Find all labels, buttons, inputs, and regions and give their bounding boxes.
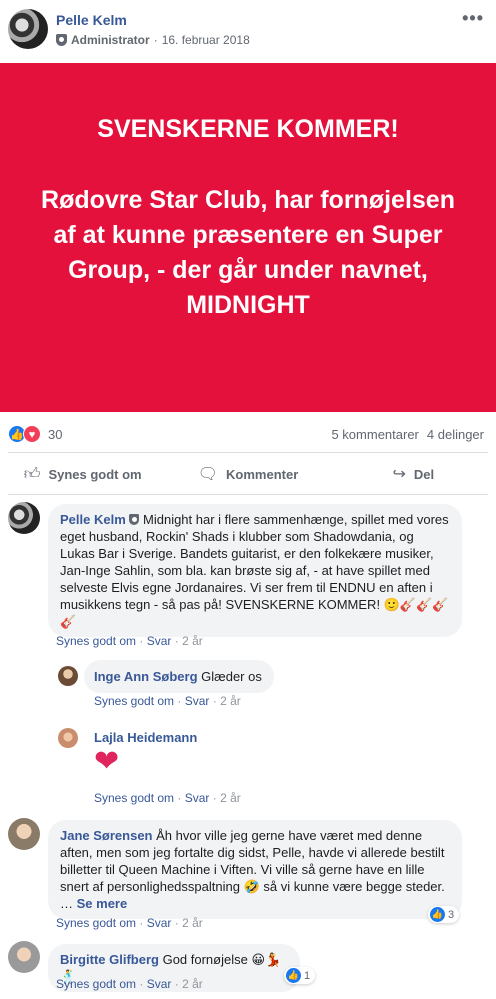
commenter-avatar[interactable] [58,666,78,686]
divider [8,494,488,495]
comment-reply-link[interactable]: Svar [185,694,210,708]
action-bar: 👍︎ Synes godt om 🗨 Kommenter ↪ Del [0,455,496,493]
author-role: Administrator [71,33,150,47]
see-more-link[interactable]: Se mere [77,896,128,911]
heart-sticker-icon: ❤ [94,745,120,778]
comment-text: Midnight har i flere sammenhænge, spille… [60,512,449,629]
author-avatar[interactable] [8,9,48,49]
like-reaction-icon: 👍 [286,968,301,983]
share-label: Del [413,466,435,482]
comment-time[interactable]: 2 år [182,916,203,930]
like-label: Synes godt om [48,466,142,482]
comment-actions: Synes godt om · Svar · 2 år [56,916,203,930]
reply-bubble: Inge Ann Søberg Glæder os [84,660,274,693]
reaction-count[interactable]: 30 [48,427,62,442]
commenter-avatar[interactable] [8,502,40,534]
comment-reaction-count: 1 [304,969,311,982]
share-button[interactable]: ↪ Del [331,455,496,493]
love-reaction-icon: ♥ [23,425,41,443]
share-count[interactable]: 4 delinger [427,427,484,442]
author-name[interactable]: Pelle Kelm [56,12,127,28]
post-date[interactable]: 16. februar 2018 [162,33,250,47]
comment-actions: Synes godt om · Svar · 2 år [56,634,203,648]
like-reaction-icon: 👍 [430,907,445,922]
comment-reaction-count: 3 [448,908,455,921]
reactions-summary: 👍 ♥ 30 5 kommentarer 4 delinger [0,417,496,453]
engagement-counts: 5 kommentarer 4 delinger [331,427,484,442]
comment-reply-link[interactable]: Svar [147,977,172,991]
admin-shield-icon [129,514,140,525]
comment-like-link[interactable]: Synes godt om [56,634,136,648]
reaction-icons[interactable]: 👍 ♥ [8,425,41,443]
comment-button[interactable]: 🗨 Kommenter [165,455,330,493]
commenter-avatar[interactable] [58,728,78,748]
comment-like-link[interactable]: Synes godt om [56,977,136,991]
banner-headline: SVENSKERNE KOMMER! [97,115,399,143]
more-options-icon[interactable]: ••• [462,8,484,29]
meta-separator: · [153,33,158,47]
comment-like-link[interactable]: Synes godt om [94,791,174,805]
share-arrow-icon: ↪ [392,466,406,483]
comment-reactions[interactable]: 👍 1 [284,967,316,984]
commenter-name[interactable]: Birgitte Glifberg [60,952,159,967]
comment-label: Kommenter [226,466,299,482]
comment-reactions[interactable]: 👍 3 [428,906,460,923]
comment-time[interactable]: 2 år [220,791,241,805]
commenter-avatar[interactable] [8,818,40,850]
comment-time[interactable]: 2 år [220,694,241,708]
comment-reply-link[interactable]: Svar [185,791,210,805]
comment-count[interactable]: 5 kommentarer [331,427,418,442]
divider [8,452,488,453]
banner-body: Rødovre Star Club, har fornøjelsen af at… [41,186,455,319]
speech-bubble-icon: 🗨 [197,466,219,483]
comment-like-link[interactable]: Synes godt om [94,694,174,708]
comment-like-link[interactable]: Synes godt om [56,916,136,930]
commenter-avatar[interactable] [8,941,40,973]
comment-reply-link[interactable]: Svar [147,634,172,648]
post-meta: Administrator · 16. februar 2018 [56,33,250,47]
commenter-name[interactable]: Inge Ann Søberg [94,669,198,684]
post-banner: SVENSKERNE KOMMER! Rødovre Star Club, ha… [0,63,496,412]
commenter-name[interactable]: Lajla Heidemann [94,730,197,745]
comment-reply-link[interactable]: Svar [147,916,172,930]
comment-actions: Synes godt om · Svar · 2 år [94,791,241,805]
like-button[interactable]: 👍︎ Synes godt om [0,455,165,493]
admin-shield-icon [56,34,67,46]
comment-actions: Synes godt om · Svar · 2 år [94,694,241,708]
commenter-name[interactable]: Pelle Kelm [60,512,126,527]
comment-time[interactable]: 2 år [182,634,203,648]
post-header: Pelle Kelm Administrator · 16. februar 2… [0,0,496,62]
comment-text: Glæder os [201,669,262,684]
comment-bubble: Pelle Kelm Midnight har i flere sammenhæ… [48,504,462,637]
comment-time[interactable]: 2 år [182,977,203,991]
comment-actions: Synes godt om · Svar · 2 år [56,977,203,991]
commenter-name[interactable]: Jane Sørensen [60,828,153,843]
reply-content: Lajla Heidemann ❤ [94,730,197,779]
comment-bubble: Jane Sørensen Åh hvor ville jeg gerne ha… [48,820,462,919]
thumbs-up-icon: 👍︎ [23,465,41,483]
